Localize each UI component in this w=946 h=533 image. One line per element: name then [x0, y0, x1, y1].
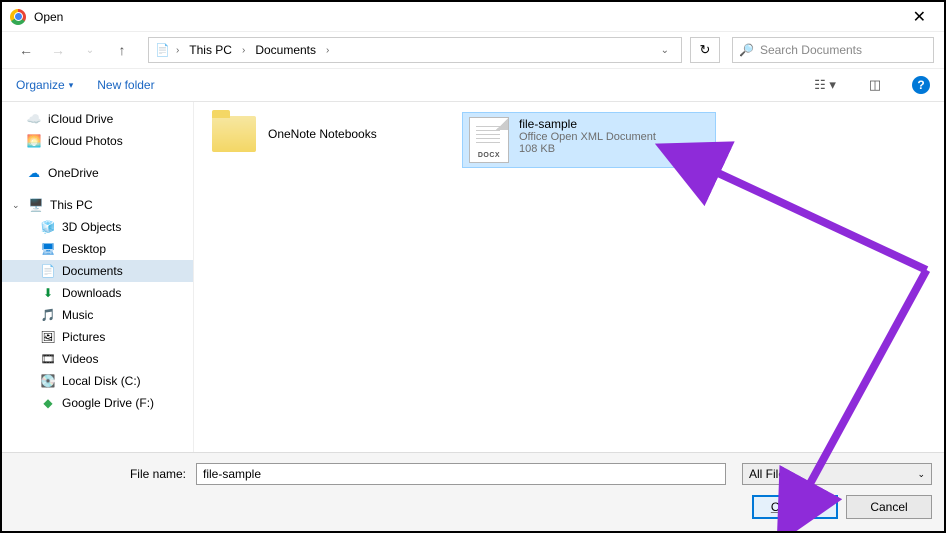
- navbar: ← → ⌄ ↑ 📄 › This PC › Documents › ⌄ ↻ 🔍 …: [2, 32, 944, 68]
- documents-path-icon: 📄: [155, 43, 170, 57]
- search-input[interactable]: 🔍 Search Documents: [732, 37, 934, 63]
- organize-button[interactable]: Organize ▾: [16, 78, 73, 92]
- list-item-folder[interactable]: OneNote Notebooks: [208, 112, 452, 156]
- refresh-button[interactable]: ↻: [690, 37, 720, 63]
- new-folder-button[interactable]: New folder: [97, 78, 154, 92]
- titlebar: Open ✕: [2, 2, 944, 32]
- list-item-file-selected[interactable]: DOCX file-sample Office Open XML Documen…: [462, 112, 716, 168]
- sidebar-item-desktop[interactable]: 🖥Desktop: [2, 238, 193, 260]
- pc-icon: 🖥️: [28, 197, 44, 213]
- forward-button[interactable]: →: [44, 36, 72, 64]
- filename-label: File name:: [14, 467, 190, 481]
- pictures-icon: 🖼: [40, 329, 56, 345]
- file-type: Office Open XML Document: [519, 131, 656, 143]
- documents-icon: 📄: [40, 263, 56, 279]
- photos-icon: 🌅: [26, 133, 42, 149]
- chevron-down-icon: ⌄: [917, 469, 925, 480]
- close-icon[interactable]: ✕: [903, 3, 936, 31]
- address-dropdown-icon[interactable]: ⌄: [655, 45, 675, 56]
- sidebar: ☁️iCloud Drive 🌅iCloud Photos ☁OneDrive …: [2, 102, 194, 452]
- chevron-right-icon[interactable]: ›: [174, 45, 181, 56]
- sidebar-item-onedrive[interactable]: ☁OneDrive: [2, 162, 193, 184]
- back-button[interactable]: ←: [12, 36, 40, 64]
- onedrive-icon: ☁: [26, 165, 42, 181]
- gdrive-icon: ◆: [40, 395, 56, 411]
- recent-dropdown-icon[interactable]: ⌄: [76, 36, 104, 64]
- file-size: 108 KB: [519, 143, 656, 155]
- sidebar-item-icloud-photos[interactable]: 🌅iCloud Photos: [2, 130, 193, 152]
- disk-icon: 💽: [40, 373, 56, 389]
- download-icon: ⬇: [40, 285, 56, 301]
- filename-input[interactable]: [196, 463, 726, 485]
- search-placeholder: Search Documents: [760, 43, 862, 57]
- file-name: file-sample: [519, 117, 656, 131]
- up-button[interactable]: ↑: [108, 36, 136, 64]
- preview-pane-button[interactable]: ◫: [862, 73, 888, 97]
- breadcrumb-documents[interactable]: Documents: [251, 41, 320, 59]
- cube-icon: 🧊: [40, 219, 56, 235]
- chevron-down-icon: ▾: [69, 80, 74, 91]
- open-button[interactable]: Open ▾: [752, 495, 838, 519]
- sidebar-item-3dobjects[interactable]: 🧊3D Objects: [2, 216, 193, 238]
- music-icon: 🎵: [40, 307, 56, 323]
- view-options-button[interactable]: ☷ ▾: [812, 73, 838, 97]
- breadcrumb-thispc[interactable]: This PC: [185, 41, 236, 59]
- sidebar-item-localdisk[interactable]: 💽Local Disk (C:): [2, 370, 193, 392]
- bottom-bar: File name: All Files ⌄ Open ▾ Cancel: [2, 452, 944, 531]
- file-list[interactable]: OneNote Notebooks DOCX file-sample Offic…: [194, 102, 944, 452]
- help-icon[interactable]: ?: [912, 76, 930, 94]
- sidebar-item-thispc[interactable]: ⌄🖥️This PC: [2, 194, 193, 216]
- filetype-filter[interactable]: All Files ⌄: [742, 463, 932, 485]
- sidebar-item-icloud-drive[interactable]: ☁️iCloud Drive: [2, 108, 193, 130]
- desktop-icon: 🖥: [40, 241, 56, 257]
- address-bar[interactable]: 📄 › This PC › Documents › ⌄: [148, 37, 682, 63]
- chrome-icon: [10, 9, 26, 25]
- sidebar-item-googledrive[interactable]: ◆Google Drive (F:): [2, 392, 193, 414]
- folder-icon: [212, 116, 256, 152]
- search-icon: 🔍: [739, 43, 754, 57]
- chevron-right-icon[interactable]: ›: [240, 45, 247, 56]
- open-split-dropdown-icon[interactable]: ▾: [808, 503, 819, 512]
- sidebar-item-downloads[interactable]: ⬇Downloads: [2, 282, 193, 304]
- cloud-icon: ☁️: [26, 111, 42, 127]
- docx-icon: DOCX: [469, 117, 509, 163]
- sidebar-item-videos[interactable]: 🎞Videos: [2, 348, 193, 370]
- sidebar-item-pictures[interactable]: 🖼Pictures: [2, 326, 193, 348]
- toolbar: Organize ▾ New folder ☷ ▾ ◫ ?: [2, 68, 944, 102]
- chevron-right-icon[interactable]: ›: [324, 45, 331, 56]
- expand-caret-icon[interactable]: ⌄: [12, 200, 22, 211]
- cancel-button[interactable]: Cancel: [846, 495, 932, 519]
- sidebar-item-documents[interactable]: 📄Documents: [2, 260, 193, 282]
- folder-name: OneNote Notebooks: [268, 127, 377, 141]
- videos-icon: 🎞: [40, 351, 56, 367]
- window-title: Open: [34, 10, 63, 24]
- sidebar-item-music[interactable]: 🎵Music: [2, 304, 193, 326]
